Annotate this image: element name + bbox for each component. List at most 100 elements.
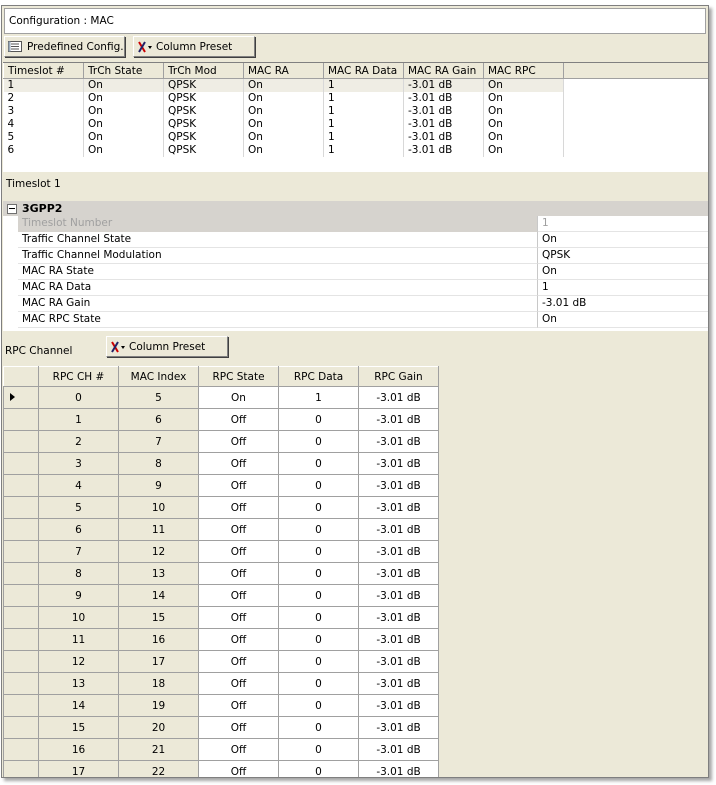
col-mac-index[interactable]: MAC Index [118, 366, 199, 387]
table-cell[interactable]: 13 [38, 672, 119, 695]
row-header[interactable] [3, 606, 39, 629]
table-cell[interactable]: On [243, 92, 324, 105]
property-value[interactable]: 1 [538, 216, 708, 232]
row-header[interactable] [3, 584, 39, 607]
table-cell[interactable]: 0 [278, 496, 359, 519]
table-cell[interactable]: 2 [3, 92, 84, 105]
table-cell[interactable]: Off [198, 760, 279, 777]
table-cell[interactable]: 1 [38, 408, 119, 431]
table-cell[interactable]: -3.01 dB [358, 760, 439, 777]
table-cell[interactable]: 19 [118, 694, 199, 717]
table-cell[interactable]: On [83, 78, 164, 92]
table-cell[interactable]: -3.01 dB [358, 562, 439, 585]
table-cell[interactable]: -3.01 dB [358, 496, 439, 519]
table-cell[interactable]: On [483, 78, 564, 92]
table-cell[interactable]: -3.01 dB [403, 118, 484, 131]
row-header[interactable] [3, 496, 39, 519]
table-cell[interactable]: 4 [3, 118, 84, 131]
table-row[interactable]: 10 15 Off 0 -3.01 dB [3, 606, 439, 629]
table-cell[interactable]: -3.01 dB [358, 452, 439, 475]
table-cell[interactable]: 10 [38, 606, 119, 629]
table-cell[interactable]: 0 [278, 650, 359, 673]
row-header[interactable] [3, 650, 39, 673]
table-cell[interactable]: 14 [38, 694, 119, 717]
table-row[interactable]: 6 11 Off 0 -3.01 dB [3, 518, 439, 541]
table-cell[interactable]: -3.01 dB [358, 694, 439, 717]
table-cell[interactable]: -3.01 dB [358, 606, 439, 629]
table-cell[interactable]: On [483, 92, 564, 105]
table-cell[interactable]: -3.01 dB [358, 650, 439, 673]
table-cell[interactable]: 0 [278, 540, 359, 563]
table-cell[interactable]: 0 [278, 760, 359, 777]
table-cell[interactable]: On [83, 105, 164, 118]
table-cell[interactable]: 1 [323, 118, 404, 131]
table-cell[interactable]: Off [198, 518, 279, 541]
table-row[interactable]: 8 13 Off 0 -3.01 dB [3, 562, 439, 585]
property-value[interactable]: -3.01 dB [538, 296, 708, 312]
rpc-column-preset-button[interactable]: Column Preset [106, 336, 228, 357]
table-cell[interactable]: Off [198, 738, 279, 761]
table-cell[interactable]: Off [198, 496, 279, 519]
table-cell[interactable]: 0 [278, 716, 359, 739]
table-cell[interactable]: 0 [278, 518, 359, 541]
table-cell[interactable]: Off [198, 540, 279, 563]
table-row[interactable]: 2 7 Off 0 -3.01 dB [3, 430, 439, 453]
predefined-config-button[interactable]: Predefined Config. [4, 36, 125, 57]
col-rpc-data[interactable]: RPC Data [278, 366, 359, 387]
table-cell[interactable]: On [243, 105, 324, 118]
table-cell[interactable]: 12 [38, 650, 119, 673]
table-cell[interactable]: 0 [38, 386, 119, 409]
table-cell[interactable]: 21 [118, 738, 199, 761]
table-cell[interactable]: 12 [118, 540, 199, 563]
table-cell[interactable]: On [483, 105, 564, 118]
col-rpc-gain[interactable]: RPC Gain [358, 366, 439, 387]
table-cell[interactable]: QPSK [163, 131, 244, 144]
table-cell[interactable]: 0 [278, 584, 359, 607]
property-row[interactable]: MAC RA State On [3, 264, 708, 280]
row-header[interactable] [3, 716, 39, 739]
table-cell[interactable]: 3 [3, 105, 84, 118]
table-cell[interactable]: 0 [278, 738, 359, 761]
table-cell[interactable]: 6 [38, 518, 119, 541]
property-value[interactable]: 1 [538, 280, 708, 296]
property-row[interactable]: Traffic Channel State On [3, 232, 708, 248]
table-cell[interactable]: 0 [278, 452, 359, 475]
col-trch-state[interactable]: TrCh State [83, 63, 164, 79]
table-cell[interactable]: On [83, 92, 164, 105]
table-cell[interactable]: 0 [278, 408, 359, 431]
table-cell[interactable]: On [243, 144, 324, 157]
table-cell[interactable]: -3.01 dB [358, 474, 439, 497]
table-cell[interactable]: 7 [38, 540, 119, 563]
table-row[interactable]: 13 18 Off 0 -3.01 dB [3, 672, 439, 695]
table-cell[interactable]: 0 [278, 562, 359, 585]
row-header[interactable] [3, 430, 39, 453]
property-value[interactable]: On [538, 264, 708, 280]
table-cell[interactable]: Off [198, 562, 279, 585]
row-header[interactable] [3, 672, 39, 695]
table-cell[interactable]: 10 [118, 496, 199, 519]
col-mac-ra-gain[interactable]: MAC RA Gain [403, 63, 484, 79]
table-cell[interactable]: Off [198, 650, 279, 673]
table-row[interactable]: 12 17 Off 0 -3.01 dB [3, 650, 439, 673]
table-cell[interactable]: 17 [118, 650, 199, 673]
table-cell[interactable]: -3.01 dB [358, 584, 439, 607]
table-cell[interactable]: -3.01 dB [358, 408, 439, 431]
row-header[interactable] [3, 518, 39, 541]
table-cell[interactable]: -3.01 dB [358, 738, 439, 761]
table-cell[interactable]: QPSK [163, 105, 244, 118]
property-row[interactable]: Traffic Channel Modulation QPSK [3, 248, 708, 264]
row-header[interactable] [3, 562, 39, 585]
table-cell[interactable]: Off [198, 430, 279, 453]
table-cell[interactable]: 20 [118, 716, 199, 739]
table-row[interactable]: 7 12 Off 0 -3.01 dB [3, 540, 439, 563]
table-cell[interactable]: Off [198, 606, 279, 629]
table-cell[interactable]: On [243, 78, 324, 92]
table-cell[interactable]: 11 [118, 518, 199, 541]
table-cell[interactable]: -3.01 dB [403, 78, 484, 92]
property-value[interactable]: On [538, 312, 708, 328]
table-cell[interactable]: 0 [278, 628, 359, 651]
table-cell[interactable]: 1 [323, 78, 404, 92]
table-row[interactable]: 0 5 On 1 -3.01 dB [3, 386, 439, 409]
table-row[interactable]: 15 20 Off 0 -3.01 dB [3, 716, 439, 739]
table-row[interactable]: 3 8 Off 0 -3.01 dB [3, 452, 439, 475]
